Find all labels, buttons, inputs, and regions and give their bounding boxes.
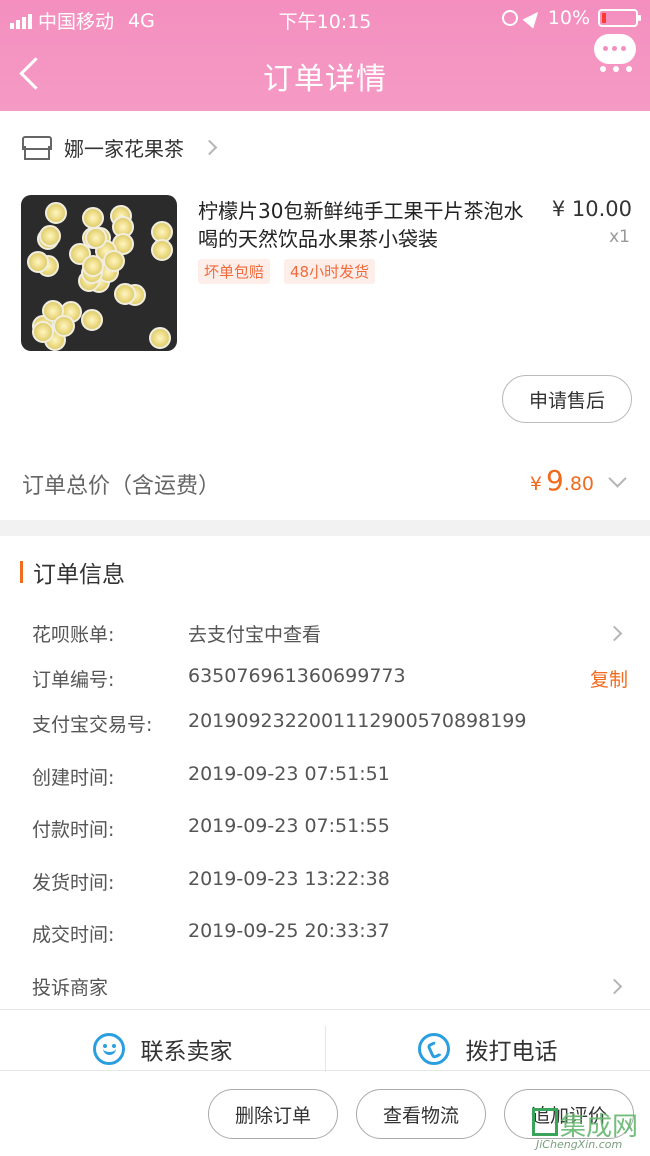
location-icon: [522, 7, 544, 29]
product-price: ¥ 10.00: [551, 197, 632, 221]
tag-48h-shipping: 48小时发货: [284, 259, 376, 284]
shipped-time-value: 2019-09-23 13:22:38: [188, 868, 390, 890]
huabei-value: 去支付宝中查看: [188, 624, 322, 646]
section-divider: [0, 520, 650, 536]
total-amount: ¥9.80: [530, 464, 594, 497]
battery-percent: 10%: [547, 7, 590, 29]
call-phone-button[interactable]: 拨打电话: [325, 1026, 650, 1072]
product-item[interactable]: 柠檬片30包新鲜纯手工果干片茶泡水喝的天然饮品水果茶小袋装 ¥ 10.00 x1…: [0, 195, 650, 355]
completed-time-row: 成交时间: 2019-09-25 20:33:37: [0, 912, 650, 952]
total-decimal: .80: [563, 473, 594, 495]
lemon-slice: [85, 227, 107, 249]
total-integer: 9: [545, 464, 564, 497]
shipped-time-row: 发货时间: 2019-09-23 13:22:38: [0, 860, 650, 900]
chevron-right-icon: [606, 625, 623, 642]
divider: [0, 1070, 650, 1071]
order-total-row[interactable]: 订单总价（含运费） ¥9.80: [0, 446, 650, 520]
contact-seller-button[interactable]: 联系卖家: [0, 1026, 325, 1072]
shop-row[interactable]: 娜一家花果茶: [0, 111, 650, 183]
contact-bar: 联系卖家 拨打电话: [0, 1026, 650, 1072]
lemon-slice: [103, 250, 125, 272]
after-sale-button[interactable]: 申请售后: [502, 375, 632, 423]
lemon-slice: [149, 327, 171, 349]
contact-seller-label: 联系卖家: [140, 1039, 233, 1065]
lemon-slice: [151, 239, 173, 261]
page-title: 订单详情: [263, 62, 387, 97]
product-tags: 坏单包赔 48小时发货: [198, 259, 376, 284]
paid-time-value: 2019-09-23 07:51:55: [188, 815, 390, 837]
battery-icon: [598, 9, 641, 27]
rotation-lock-icon: [501, 10, 518, 26]
watermark-url: JiChengXin.com: [536, 1138, 623, 1151]
huabei-row[interactable]: 花呗账单: 去支付宝中查看: [0, 612, 650, 652]
created-time-row: 创建时间: 2019-09-23 07:51:51: [0, 755, 650, 795]
delete-order-button[interactable]: 删除订单: [208, 1089, 338, 1139]
copy-button[interactable]: 复制: [590, 665, 628, 692]
heading-accent-bar: [20, 561, 23, 583]
status-bar: 中国移动 4G 下午10:15 10%: [0, 0, 650, 38]
product-title: 柠檬片30包新鲜纯手工果干片茶泡水喝的天然饮品水果茶小袋装: [198, 199, 524, 251]
completed-time-value: 2019-09-25 20:33:37: [188, 920, 390, 942]
created-time-label: 创建时间:: [32, 767, 115, 789]
lemon-slice: [114, 283, 136, 305]
order-info-heading: 订单信息: [20, 556, 125, 588]
header-bar: 中国移动 4G 下午10:15 10% 订单详情: [0, 0, 650, 111]
chevron-right-icon: [606, 978, 623, 995]
store-icon: [22, 136, 52, 160]
chat-bubble-icon[interactable]: [594, 34, 638, 78]
complaint-label: 投诉商家: [32, 977, 109, 999]
order-number-value: 635076961360699773: [188, 665, 406, 687]
divider: [0, 1009, 650, 1010]
shipped-time-label: 发货时间:: [32, 872, 115, 894]
total-currency: ¥: [529, 473, 542, 495]
created-time-value: 2019-09-23 07:51:51: [188, 763, 390, 785]
view-logistics-button[interactable]: 查看物流: [356, 1089, 486, 1139]
paid-time-row: 付款时间: 2019-09-23 07:51:55: [0, 807, 650, 847]
lemon-slice: [82, 255, 104, 277]
alipay-trade-value: 2019092322001112900570898199: [188, 710, 527, 732]
chevron-right-icon: [201, 139, 218, 155]
lemon-slice: [53, 315, 75, 337]
shop-name: 娜一家花果茶: [64, 136, 184, 161]
chevron-down-icon[interactable]: [608, 469, 627, 488]
huabei-label: 花呗账单:: [32, 624, 115, 646]
lemon-slice: [45, 202, 67, 224]
order-number-label: 订单编号:: [32, 669, 115, 691]
paid-time-label: 付款时间:: [32, 819, 115, 841]
total-label: 订单总价（含运费）: [22, 474, 221, 499]
lemon-slice: [39, 225, 61, 247]
nav-bar: 订单详情: [0, 34, 650, 111]
order-number-row: 订单编号: 635076961360699773 复制: [0, 657, 650, 697]
lemon-slice: [32, 321, 54, 343]
product-image: [21, 195, 177, 351]
lemon-slice: [81, 309, 103, 331]
lemon-slice: [82, 207, 104, 229]
order-info-title: 订单信息: [33, 562, 125, 588]
phone-icon: [417, 1033, 450, 1065]
lemon-slice: [27, 251, 49, 273]
completed-time-label: 成交时间:: [32, 924, 115, 946]
tag-damage-compensation: 坏单包赔: [198, 259, 271, 284]
alipay-trade-label: 支付宝交易号:: [32, 714, 153, 736]
product-quantity: x1: [609, 227, 630, 247]
smile-icon: [92, 1033, 125, 1065]
call-phone-label: 拨打电话: [465, 1039, 558, 1065]
alipay-trade-row: 支付宝交易号: 2019092322001112900570898199: [0, 702, 650, 742]
status-right: 10%: [501, 7, 641, 29]
watermark-logo: [532, 1108, 558, 1136]
complaint-row[interactable]: 投诉商家: [0, 965, 650, 1005]
watermark: 集成网 JiChengXin.com: [530, 1104, 648, 1154]
